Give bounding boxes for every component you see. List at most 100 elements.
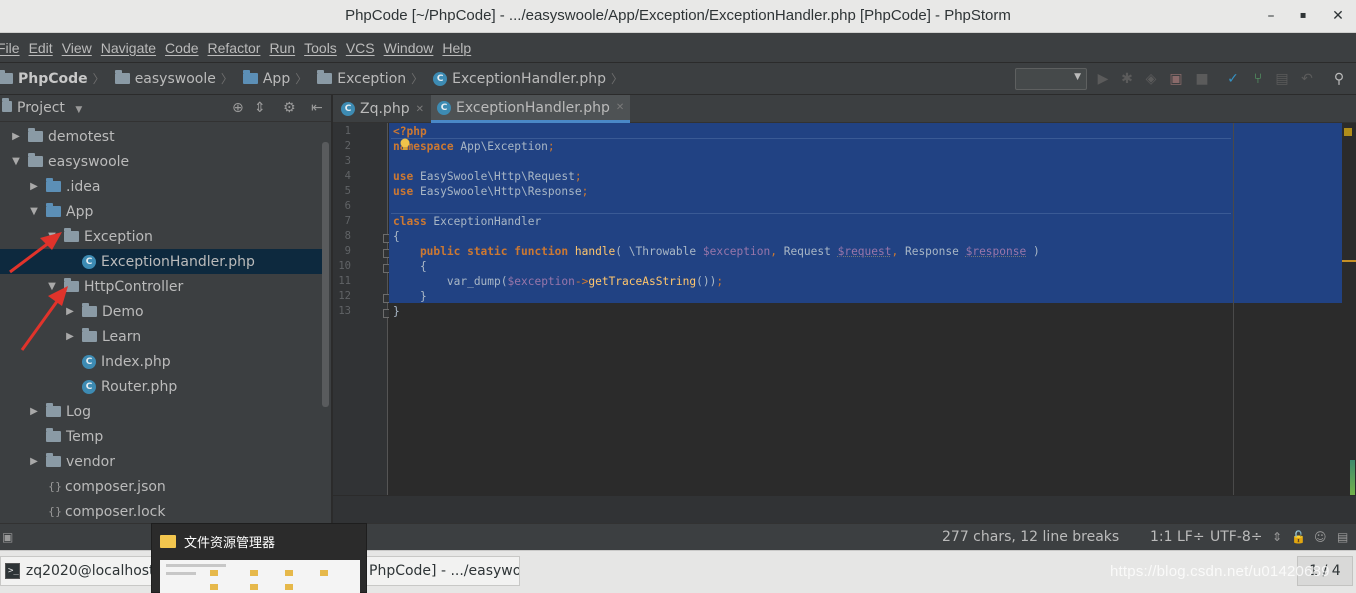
- project-view-selector[interactable]: Project ▼: [2, 100, 82, 116]
- php-class-icon: C: [82, 380, 96, 394]
- tree-item-composer-json[interactable]: {} composer.json: [0, 474, 320, 499]
- minimize-button[interactable]: –: [1260, 6, 1282, 26]
- run-configuration-select[interactable]: ▼: [1015, 68, 1087, 90]
- coverage-icon[interactable]: ◈: [1143, 71, 1159, 87]
- line-number: 3: [333, 155, 351, 167]
- vcs-history-icon[interactable]: ▤: [1274, 71, 1290, 87]
- run-icon[interactable]: ▶: [1095, 71, 1111, 87]
- tree-item-composer-lock[interactable]: {} composer.lock: [0, 499, 320, 523]
- expand-arrow-icon[interactable]: ▶: [28, 181, 40, 192]
- hide-panel-icon[interactable]: ⇤: [311, 100, 323, 116]
- menu-vcs[interactable]: VCS: [346, 40, 375, 56]
- taskbar-terminal[interactable]: >_ zq2020@localhost:~: [0, 556, 152, 586]
- tree-item-vendor[interactable]: ▶ vendor: [0, 449, 320, 474]
- close-button[interactable]: ✕: [1327, 6, 1349, 26]
- taskbar-phpstorm[interactable]: PhpCode] - .../easywo…: [364, 556, 520, 586]
- breadcrumb-easyswoole[interactable]: easyswoole 〉: [115, 70, 239, 87]
- inspector-icon[interactable]: ☺: [1314, 530, 1327, 544]
- line-number: 13: [333, 305, 351, 317]
- tab-zq-php[interactable]: C Zq.php ✕: [335, 95, 430, 123]
- window-title-bar: PhpCode [~/PhpCode] - .../easyswoole/App…: [0, 0, 1356, 33]
- line-separator[interactable]: LF÷: [1177, 529, 1205, 545]
- php-class-icon: C: [82, 355, 96, 369]
- indent-icon[interactable]: ⇕: [1272, 530, 1282, 544]
- menu-view[interactable]: View: [62, 40, 92, 56]
- menu-file[interactable]: File: [0, 40, 20, 56]
- project-label: Project: [17, 100, 65, 116]
- menu-code[interactable]: Code: [165, 40, 198, 56]
- php-class-icon: C: [437, 101, 451, 115]
- expand-arrow-icon[interactable]: ▶: [28, 456, 40, 467]
- code-line-13: }: [393, 304, 400, 319]
- menu-refactor[interactable]: Refactor: [208, 40, 261, 56]
- chevron-right-icon: 〉: [411, 70, 423, 87]
- window-thumbnail[interactable]: [160, 560, 360, 593]
- vcs-update-icon[interactable]: ✓: [1225, 71, 1241, 87]
- toggle-tool-windows-icon[interactable]: ▣: [2, 530, 13, 544]
- event-log-icon[interactable]: ▤: [1337, 530, 1348, 544]
- tree-item-easyswoole[interactable]: ▼ easyswoole: [0, 149, 320, 174]
- collapse-arrow-icon[interactable]: ▼: [28, 206, 40, 217]
- code-line-5: use EasySwoole\Http\Response;: [393, 184, 588, 199]
- folder-icon: [160, 535, 176, 548]
- project-scrollbar[interactable]: [322, 142, 329, 407]
- collapse-arrow-icon[interactable]: ▼: [10, 156, 22, 167]
- menu-navigate[interactable]: Navigate: [101, 40, 156, 56]
- chevron-right-icon: 〉: [611, 70, 623, 87]
- debug-icon[interactable]: ✱: [1119, 71, 1135, 87]
- keyword: class: [393, 215, 427, 228]
- expand-arrow-icon[interactable]: ▶: [28, 406, 40, 417]
- revert-icon[interactable]: ↶: [1299, 71, 1315, 87]
- editor-bottom-area: [333, 495, 1356, 523]
- breadcrumb-exception[interactable]: Exception 〉: [317, 70, 429, 87]
- locate-icon[interactable]: ⊕: [232, 100, 244, 116]
- warning-marker[interactable]: [1344, 128, 1352, 136]
- line-number: 10: [333, 260, 351, 272]
- explorer-preview-popup[interactable]: 文件资源管理器: [151, 523, 367, 593]
- error-stripe[interactable]: [1342, 123, 1356, 495]
- tree-item-demotest[interactable]: ▶ demotest: [0, 124, 320, 149]
- breadcrumb-phpcode[interactable]: PhpCode 〉: [0, 70, 111, 87]
- close-icon[interactable]: ✕: [616, 102, 624, 113]
- stop-icon[interactable]: ■: [1194, 71, 1210, 87]
- search-icon[interactable]: ⚲: [1331, 71, 1347, 87]
- menu-help[interactable]: Help: [442, 40, 471, 56]
- thumbnail-row: [166, 564, 226, 567]
- menu-tools[interactable]: Tools: [304, 40, 337, 56]
- folder-icon: [28, 156, 43, 167]
- tree-item-idea[interactable]: ▶ .idea: [0, 174, 320, 199]
- code-line-2: namespace App\Exception;: [393, 139, 555, 154]
- profile-icon[interactable]: ▣: [1168, 71, 1184, 87]
- vcs-commit-icon[interactable]: ⑂: [1250, 71, 1266, 87]
- collapse-all-icon[interactable]: ⇕: [254, 100, 266, 116]
- maximize-button[interactable]: ▪: [1292, 6, 1314, 26]
- code-punct: ->: [575, 275, 588, 288]
- tree-item-app[interactable]: ▼ App: [0, 199, 320, 224]
- variable: $request: [838, 245, 892, 258]
- tree-item-temp[interactable]: Temp: [0, 424, 320, 449]
- close-icon[interactable]: ✕: [416, 104, 424, 115]
- menu-window[interactable]: Window: [384, 40, 434, 56]
- gear-icon[interactable]: ⚙: [283, 100, 296, 116]
- breadcrumb-file[interactable]: C ExceptionHandler.php 〉: [433, 70, 629, 87]
- menu-edit[interactable]: Edit: [29, 40, 53, 56]
- tab-exceptionhandler-php[interactable]: C ExceptionHandler.php ✕: [431, 95, 630, 123]
- folder-icon: [115, 73, 130, 84]
- tree-item-log[interactable]: ▶ Log: [0, 399, 320, 424]
- file-encoding[interactable]: UTF-8÷: [1210, 529, 1263, 545]
- menu-run[interactable]: Run: [269, 40, 295, 56]
- tree-item-label: composer.lock: [65, 504, 165, 520]
- memory-indicator: [1350, 460, 1355, 495]
- expand-arrow-icon[interactable]: ▶: [10, 131, 22, 142]
- lock-icon[interactable]: 🔓: [1291, 530, 1306, 544]
- breadcrumb-app[interactable]: App 〉: [243, 70, 313, 87]
- thumbnail-folder: [250, 570, 258, 576]
- lightbulb-icon[interactable]: [399, 138, 411, 152]
- chevron-right-icon: 〉: [221, 70, 233, 87]
- caret-position[interactable]: 1:1: [1150, 529, 1173, 545]
- code-editor[interactable]: <?php namespace App\Exception; use EasyS…: [389, 123, 1342, 495]
- code-line-7: class ExceptionHandler: [393, 214, 541, 229]
- breadcrumb-label: Exception: [337, 71, 406, 87]
- code-punct: ;: [575, 170, 582, 183]
- tree-item-router[interactable]: C Router.php: [0, 374, 320, 399]
